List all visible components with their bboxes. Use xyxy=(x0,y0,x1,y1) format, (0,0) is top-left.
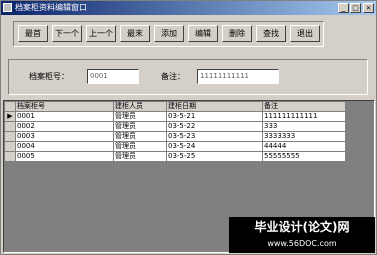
cell-creator[interactable]: 管理员 xyxy=(113,151,167,162)
maximize-button[interactable]: □ xyxy=(350,3,361,13)
column-header-create-date[interactable]: 建柜日期 xyxy=(166,101,263,112)
cell-create-date[interactable]: 03-5-22 xyxy=(166,121,263,132)
cell-cabinet-no[interactable]: 0002 xyxy=(15,121,114,132)
column-header-cabinet-no[interactable]: 档案柜号 xyxy=(15,101,114,112)
window-title: 档案柜资料编辑窗口 xyxy=(15,3,87,12)
cell-cabinet-no[interactable]: 0001 xyxy=(15,111,114,122)
minimize-button[interactable]: _ xyxy=(338,3,349,13)
cell-remark[interactable]: 3333333 xyxy=(262,131,346,142)
cell-creator[interactable]: 管理员 xyxy=(113,111,167,122)
cell-creator[interactable]: 管理员 xyxy=(113,141,167,152)
row-indicator xyxy=(4,131,16,142)
watermark-banner: 毕业设计(论文)网 www.56DOC.com xyxy=(229,217,375,253)
search-button[interactable]: 查找 xyxy=(256,25,286,42)
column-header-remark[interactable]: 备注 xyxy=(262,101,346,112)
main-window: 档案柜资料编辑窗口 _ □ × 最首 下一个 上一个 最末 添加 编辑 删除 查… xyxy=(0,0,377,255)
previous-record-button[interactable]: 上一个 xyxy=(86,25,116,42)
first-record-button[interactable]: 最首 xyxy=(18,25,48,42)
app-icon[interactable] xyxy=(3,3,12,12)
cell-remark[interactable]: 55555555 xyxy=(262,151,346,162)
cell-creator[interactable]: 管理员 xyxy=(113,121,167,132)
row-indicator xyxy=(4,151,16,162)
table-header-row: 档案柜号 建柜人员 建柜日期 备注 xyxy=(4,101,346,112)
cell-remark[interactable]: 111111111111 xyxy=(262,111,346,122)
table-row[interactable]: 0004 管理员 03-5-24 44444 xyxy=(4,141,346,152)
watermark-title: 毕业设计(论文)网 xyxy=(254,220,350,234)
cell-create-date[interactable]: 03-5-23 xyxy=(166,131,263,142)
record-form: 档案柜号： 0001 备注： 11111111111 xyxy=(8,59,368,95)
cell-cabinet-no[interactable]: 0003 xyxy=(15,131,114,142)
row-indicator xyxy=(4,121,16,132)
remark-label: 备注： xyxy=(161,72,185,81)
watermark-url: www.56DOC.com xyxy=(267,239,337,248)
cabinet-no-label: 档案柜号： xyxy=(29,72,69,81)
table-row[interactable]: ▶ 0001 管理员 03-5-21 111111111111 xyxy=(4,111,346,122)
title-bar[interactable]: 档案柜资料编辑窗口 _ □ × xyxy=(1,1,376,15)
cell-remark[interactable]: 333 xyxy=(262,121,346,132)
edit-button[interactable]: 编辑 xyxy=(188,25,218,42)
cell-cabinet-no[interactable]: 0005 xyxy=(15,151,114,162)
cell-remark[interactable]: 44444 xyxy=(262,141,346,152)
records-table: 档案柜号 建柜人员 建柜日期 备注 ▶ 0001 管理员 03-5-21 111… xyxy=(4,101,346,162)
exit-button[interactable]: 退出 xyxy=(290,25,320,42)
current-row-indicator: ▶ xyxy=(4,111,16,122)
cabinet-no-field[interactable]: 0001 xyxy=(87,69,139,84)
last-record-button[interactable]: 最末 xyxy=(120,25,150,42)
delete-button[interactable]: 删除 xyxy=(222,25,252,42)
cell-create-date[interactable]: 03-5-21 xyxy=(166,111,263,122)
table-row[interactable]: 0002 管理员 03-5-22 333 xyxy=(4,121,346,132)
next-record-button[interactable]: 下一个 xyxy=(52,25,82,42)
close-button[interactable]: × xyxy=(363,3,374,13)
row-indicator xyxy=(4,141,16,152)
add-button[interactable]: 添加 xyxy=(154,25,184,42)
cell-create-date[interactable]: 03-5-25 xyxy=(166,151,263,162)
toolbar: 最首 下一个 上一个 最末 添加 编辑 删除 查找 退出 xyxy=(13,21,324,47)
table-row[interactable]: 0005 管理员 03-5-25 55555555 xyxy=(4,151,346,162)
cell-creator[interactable]: 管理员 xyxy=(113,131,167,142)
table-row[interactable]: 0003 管理员 03-5-23 3333333 xyxy=(4,131,346,142)
row-indicator-header xyxy=(4,101,16,112)
remark-field[interactable]: 11111111111 xyxy=(197,69,279,84)
cell-create-date[interactable]: 03-5-24 xyxy=(166,141,263,152)
column-header-creator[interactable]: 建柜人员 xyxy=(113,101,167,112)
cell-cabinet-no[interactable]: 0004 xyxy=(15,141,114,152)
